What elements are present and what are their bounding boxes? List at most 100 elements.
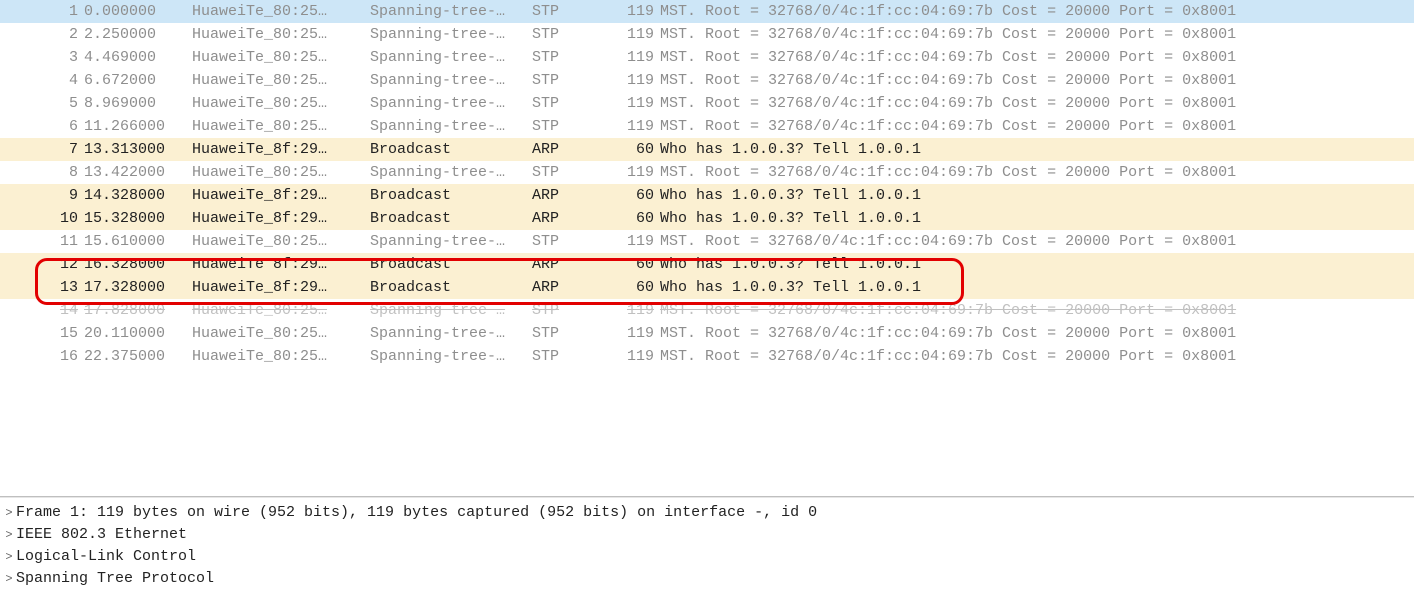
- packet-destination: Broadcast: [370, 184, 532, 207]
- packet-details-pane[interactable]: >Frame 1: 119 bytes on wire (952 bits), …: [0, 497, 1414, 600]
- packet-protocol: STP: [532, 92, 594, 115]
- packet-no: 16: [0, 345, 84, 368]
- packet-info: MST. Root = 32768/0/4c:1f:cc:04:69:7b Co…: [660, 299, 1414, 322]
- packet-length: 119: [594, 46, 660, 69]
- packet-protocol: STP: [532, 161, 594, 184]
- packet-source: HuaweiTe_80:25…: [192, 23, 370, 46]
- packet-no: 11: [0, 230, 84, 253]
- packet-time: 17.328000: [84, 276, 192, 299]
- packet-info: Who has 1.0.0.3? Tell 1.0.0.1: [660, 207, 1414, 230]
- packet-destination: Broadcast: [370, 276, 532, 299]
- packet-row[interactable]: 46.672000HuaweiTe_80:25…Spanning-tree-…S…: [0, 69, 1414, 92]
- packet-protocol: ARP: [532, 276, 594, 299]
- packet-time: 11.266000: [84, 115, 192, 138]
- packet-length: 60: [594, 276, 660, 299]
- packet-info: MST. Root = 32768/0/4c:1f:cc:04:69:7b Co…: [660, 92, 1414, 115]
- packet-source: HuaweiTe_80:25…: [192, 115, 370, 138]
- detail-label: IEEE 802.3 Ethernet: [16, 524, 187, 546]
- packet-time: 14.328000: [84, 184, 192, 207]
- packet-no: 8: [0, 161, 84, 184]
- packet-info: Who has 1.0.0.3? Tell 1.0.0.1: [660, 253, 1414, 276]
- packet-source: HuaweiTe_8f:29…: [192, 276, 370, 299]
- packet-length: 119: [594, 0, 660, 23]
- packet-destination: Spanning-tree-…: [370, 0, 532, 23]
- detail-tree-item[interactable]: >Logical-Link Control: [0, 546, 1414, 568]
- packet-length: 60: [594, 184, 660, 207]
- packet-source: HuaweiTe_80:25…: [192, 322, 370, 345]
- packet-row[interactable]: 10.000000HuaweiTe_80:25…Spanning-tree-…S…: [0, 0, 1414, 23]
- packet-destination: Broadcast: [370, 138, 532, 161]
- packet-protocol: ARP: [532, 138, 594, 161]
- detail-tree-item[interactable]: >Frame 1: 119 bytes on wire (952 bits), …: [0, 502, 1414, 524]
- packet-protocol: STP: [532, 345, 594, 368]
- packet-length: 119: [594, 322, 660, 345]
- packet-source: HuaweiTe_8f:29…: [192, 207, 370, 230]
- packet-row[interactable]: 58.969000HuaweiTe_80:25…Spanning-tree-…S…: [0, 92, 1414, 115]
- packet-row[interactable]: 1015.328000HuaweiTe_8f:29…BroadcastARP60…: [0, 207, 1414, 230]
- packet-time: 16.328000: [84, 253, 192, 276]
- packet-no: 12: [0, 253, 84, 276]
- packet-info: MST. Root = 32768/0/4c:1f:cc:04:69:7b Co…: [660, 322, 1414, 345]
- packet-no: 9: [0, 184, 84, 207]
- packet-time: 17.828000: [84, 299, 192, 322]
- packet-protocol: STP: [532, 23, 594, 46]
- packet-destination: Spanning-tree-…: [370, 322, 532, 345]
- detail-tree-item[interactable]: >Spanning Tree Protocol: [0, 568, 1414, 590]
- packet-row[interactable]: 713.313000HuaweiTe_8f:29…BroadcastARP60W…: [0, 138, 1414, 161]
- packet-source: HuaweiTe_80:25…: [192, 92, 370, 115]
- packet-protocol: STP: [532, 0, 594, 23]
- packet-no: 14: [0, 299, 84, 322]
- packet-length: 119: [594, 92, 660, 115]
- packet-length: 60: [594, 207, 660, 230]
- packet-row[interactable]: 611.266000HuaweiTe_80:25…Spanning-tree-……: [0, 115, 1414, 138]
- packet-row[interactable]: 1115.610000HuaweiTe_80:25…Spanning-tree-…: [0, 230, 1414, 253]
- packet-length: 60: [594, 253, 660, 276]
- packet-row[interactable]: 1417.828000HuaweiTe_80:25…Spanning tree …: [0, 299, 1414, 322]
- packet-info: MST. Root = 32768/0/4c:1f:cc:04:69:7b Co…: [660, 161, 1414, 184]
- packet-source: HuaweiTe_8f:29…: [192, 138, 370, 161]
- packet-row[interactable]: 813.422000HuaweiTe_80:25…Spanning-tree-……: [0, 161, 1414, 184]
- packet-length: 119: [594, 161, 660, 184]
- packet-row[interactable]: 1216.328000HuaweiTe 8f:29…BroadcastARP60…: [0, 253, 1414, 276]
- packet-source: HuaweiTe 8f:29…: [192, 253, 370, 276]
- packet-source: HuaweiTe_8f:29…: [192, 184, 370, 207]
- expand-icon[interactable]: >: [2, 502, 16, 524]
- packet-row[interactable]: 1520.110000HuaweiTe_80:25…Spanning-tree-…: [0, 322, 1414, 345]
- detail-tree-item[interactable]: >IEEE 802.3 Ethernet: [0, 524, 1414, 546]
- packet-info: Who has 1.0.0.3? Tell 1.0.0.1: [660, 184, 1414, 207]
- packet-length: 119: [594, 345, 660, 368]
- packet-time: 6.672000: [84, 69, 192, 92]
- packet-list[interactable]: 10.000000HuaweiTe_80:25…Spanning-tree-…S…: [0, 0, 1414, 497]
- packet-row[interactable]: 34.469000HuaweiTe_80:25…Spanning-tree-…S…: [0, 46, 1414, 69]
- detail-label: Frame 1: 119 bytes on wire (952 bits), 1…: [16, 502, 817, 524]
- packet-info: Who has 1.0.0.3? Tell 1.0.0.1: [660, 276, 1414, 299]
- packet-row[interactable]: 1317.328000HuaweiTe_8f:29…BroadcastARP60…: [0, 276, 1414, 299]
- expand-icon[interactable]: >: [2, 546, 16, 568]
- expand-icon[interactable]: >: [2, 568, 16, 590]
- packet-time: 20.110000: [84, 322, 192, 345]
- packet-protocol: STP: [532, 115, 594, 138]
- packet-length: 60: [594, 138, 660, 161]
- packet-no: 6: [0, 115, 84, 138]
- packet-no: 13: [0, 276, 84, 299]
- packet-source: HuaweiTe_80:25…: [192, 0, 370, 23]
- packet-no: 15: [0, 322, 84, 345]
- packet-row[interactable]: 22.250000HuaweiTe_80:25…Spanning-tree-…S…: [0, 23, 1414, 46]
- detail-label: Logical-Link Control: [16, 546, 196, 568]
- packet-protocol: STP: [532, 46, 594, 69]
- packet-no: 1: [0, 0, 84, 23]
- packet-length: 119: [594, 115, 660, 138]
- packet-no: 4: [0, 69, 84, 92]
- packet-info: MST. Root = 32768/0/4c:1f:cc:04:69:7b Co…: [660, 345, 1414, 368]
- packet-row[interactable]: 914.328000HuaweiTe_8f:29…BroadcastARP60W…: [0, 184, 1414, 207]
- packet-no: 2: [0, 23, 84, 46]
- packet-time: 13.313000: [84, 138, 192, 161]
- packet-destination: Spanning-tree-…: [370, 92, 532, 115]
- expand-icon[interactable]: >: [2, 524, 16, 546]
- packet-time: 4.469000: [84, 46, 192, 69]
- packet-length: 119: [594, 69, 660, 92]
- packet-info: MST. Root = 32768/0/4c:1f:cc:04:69:7b Co…: [660, 0, 1414, 23]
- packet-protocol: ARP: [532, 184, 594, 207]
- packet-no: 3: [0, 46, 84, 69]
- packet-row[interactable]: 1622.375000HuaweiTe_80:25…Spanning-tree-…: [0, 345, 1414, 368]
